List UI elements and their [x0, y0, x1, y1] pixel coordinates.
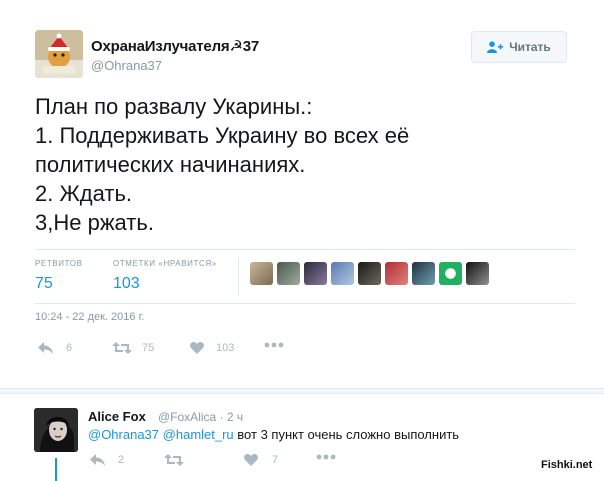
tweet-text: План по развалу Укарины.: 1. Поддерживат…	[35, 92, 575, 237]
reply-reply-count: 2	[118, 454, 125, 466]
likers-avatars	[250, 262, 489, 285]
liker-avatar[interactable]	[277, 262, 300, 285]
tweet-text-line: 1. Поддерживать Украину во всех её	[35, 123, 410, 148]
main-tweet: ОхранаИзлучателя☭37 @Ohrana37 Читать Пла…	[0, 0, 604, 388]
reply-icon	[90, 454, 105, 466]
retweet-button[interactable]: 75	[112, 342, 154, 354]
like-button[interactable]: 103	[190, 342, 234, 354]
mention-link[interactable]: @hamlet_ru	[163, 427, 234, 442]
liker-avatar[interactable]	[250, 262, 273, 285]
liker-avatar[interactable]	[466, 262, 489, 285]
reply-count: 6	[66, 342, 73, 354]
tweet-timestamp[interactable]: 10:24 - 22 дек. 2016 г.	[35, 311, 144, 323]
stats-separator	[238, 258, 239, 296]
likes-stat[interactable]: ОТМЕТКИ «НРАВИТСЯ» 103	[113, 259, 217, 293]
liker-avatar[interactable]	[331, 262, 354, 285]
author-name[interactable]: ОхранаИзлучателя☭37	[91, 37, 259, 55]
retweet-count: 75	[142, 342, 155, 354]
reply-text: @Ohrana37 @hamlet_ru вот 3 пункт очень с…	[88, 427, 459, 442]
retweets-value: 75	[35, 275, 53, 292]
retweets-stat[interactable]: РЕТВИТОВ 75	[35, 259, 83, 293]
reply-more-button[interactable]	[316, 454, 336, 460]
heart-icon	[190, 342, 204, 354]
reply-button[interactable]: 6	[38, 342, 72, 354]
watermark: Fishki.net	[539, 458, 595, 472]
follow-button[interactable]: Читать	[471, 31, 567, 63]
thread-line	[55, 458, 57, 481]
tweet-text-line: 3,Не ржать.	[35, 210, 154, 235]
liker-avatar[interactable]	[412, 262, 435, 285]
liker-avatar[interactable]	[385, 262, 408, 285]
stats-divider-top	[35, 249, 575, 250]
retweet-icon	[164, 454, 184, 466]
more-icon	[264, 342, 284, 348]
tweet-text-line: политических начинаниях.	[35, 152, 306, 177]
follow-label: Читать	[509, 40, 551, 54]
stats-divider-bottom	[35, 303, 575, 304]
reply-reply-button[interactable]: 2	[90, 454, 124, 466]
more-button[interactable]	[264, 342, 284, 348]
retweets-label: РЕТВИТОВ	[35, 259, 83, 268]
heart-icon	[244, 454, 258, 466]
reply-author-handle[interactable]: @FoxAlica · 2 ч	[158, 410, 243, 424]
add-user-icon	[487, 41, 504, 53]
mention-link[interactable]: @Ohrana37	[88, 427, 159, 442]
liker-avatar[interactable]	[439, 262, 462, 285]
liker-avatar[interactable]	[304, 262, 327, 285]
likes-label: ОТМЕТКИ «НРАВИТСЯ»	[113, 259, 217, 268]
reply-like-count: 7	[272, 454, 279, 466]
more-icon	[316, 454, 336, 460]
tweet-text-line: 2. Ждать.	[35, 181, 133, 206]
reply-body: вот 3 пункт очень сложно выполнить	[237, 427, 460, 442]
reply-tweet: Alice Fox @FoxAlica · 2 ч @Ohrana37 @ham…	[0, 394, 604, 481]
tweet-text-line: План по развалу Укарины.:	[35, 94, 313, 119]
like-count: 103	[216, 342, 235, 354]
likes-value: 103	[113, 275, 140, 292]
reply-like-button[interactable]: 7	[244, 454, 278, 466]
liker-avatar[interactable]	[358, 262, 381, 285]
author-avatar[interactable]	[35, 30, 83, 78]
reply-icon	[38, 342, 53, 354]
retweet-icon	[112, 342, 132, 354]
author-handle[interactable]: @Ohrana37	[91, 58, 162, 73]
reply-author-avatar[interactable]	[34, 408, 78, 452]
reply-retweet-button[interactable]	[164, 454, 184, 466]
reply-author-name[interactable]: Alice Fox	[88, 409, 146, 424]
